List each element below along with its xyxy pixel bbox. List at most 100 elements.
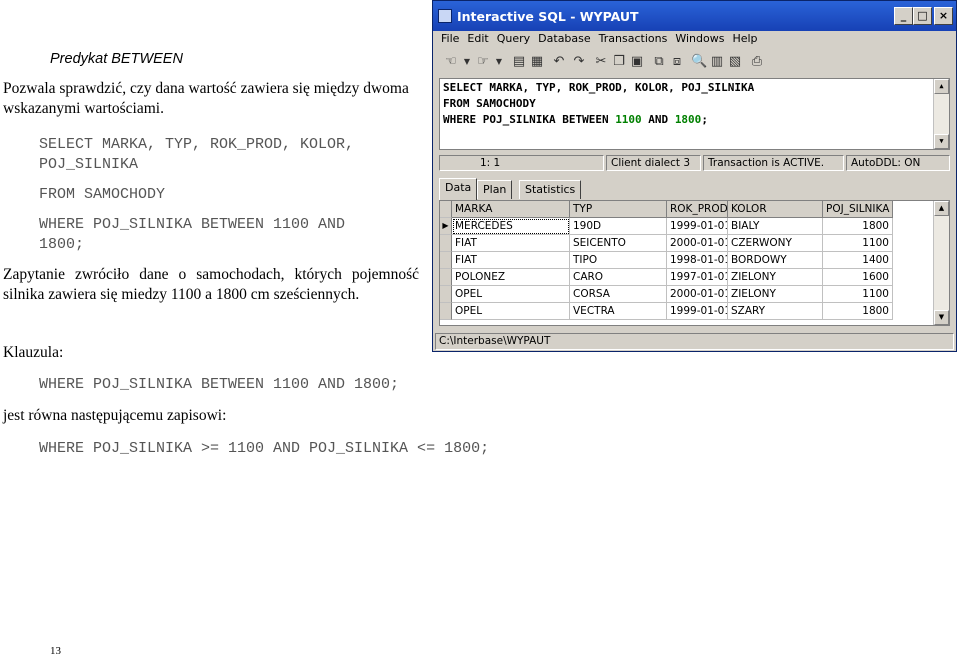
grid-cell[interactable]: 1999-01-01	[667, 303, 728, 320]
find-icon[interactable]: 🔍	[691, 54, 707, 70]
close-icon[interactable]: ×	[934, 7, 953, 25]
commit-icon[interactable]: ↶	[551, 54, 567, 70]
grid-cell[interactable]: 1999-01-01	[667, 218, 728, 235]
transaction-status: Transaction is ACTIVE.	[703, 155, 844, 171]
paste-icon[interactable]: ▣	[629, 54, 645, 70]
grid-cell[interactable]: MERCEDES	[452, 218, 570, 235]
grid-cell[interactable]: FIAT	[452, 252, 570, 269]
column-header-kolor[interactable]: KOLOR	[728, 201, 823, 218]
scroll-down-icon[interactable]: ▼	[934, 310, 949, 325]
column-header-poj-silnika[interactable]: POJ_SILNIKA	[823, 201, 893, 218]
column-header-marka[interactable]: MARKA	[452, 201, 570, 218]
grid-scrollbar[interactable]: ▲ ▼	[933, 201, 949, 325]
menu-edit[interactable]: Edit	[463, 32, 492, 45]
grid-cell[interactable]: FIAT	[452, 235, 570, 252]
menu-database[interactable]: Database	[534, 32, 595, 45]
editor-scrollbar[interactable]: ▲ ▼	[933, 79, 949, 149]
editor-number-1800: 1800	[674, 113, 702, 126]
code-line-2: POJ_SILNIKA	[39, 156, 139, 173]
grid-cell[interactable]: CZERWONY	[728, 235, 823, 252]
menu-file[interactable]: File	[437, 32, 463, 45]
prepare-icon[interactable]: ▦	[529, 54, 545, 70]
menu-windows[interactable]: Windows	[671, 32, 728, 45]
minimize-icon[interactable]: _	[894, 7, 913, 25]
maximize-icon[interactable]: □	[913, 7, 932, 25]
export-icon[interactable]: ⧉	[651, 54, 667, 70]
editor-status-bar: 1: 1 Client dialect 3 Transaction is ACT…	[439, 155, 950, 172]
row-indicator	[440, 269, 452, 286]
scroll-up-icon[interactable]: ▲	[934, 79, 949, 94]
title-bar: Interactive SQL - WYPAUT _ □ ×	[433, 1, 956, 31]
dropdown-arrow-icon[interactable]: ▼	[491, 54, 507, 70]
tab-statistics[interactable]: Statistics	[519, 180, 582, 199]
row-indicator	[440, 235, 452, 252]
query-prompt-icon[interactable]: ☜	[443, 54, 459, 70]
window-status-bar: C:\Interbase\WYPAUT	[435, 333, 954, 350]
grid-cell[interactable]: 1800	[823, 303, 893, 320]
print-icon[interactable]: ⎙	[749, 54, 765, 70]
grid-cell[interactable]: BIALY	[728, 218, 823, 235]
grid-cell[interactable]: 1600	[823, 269, 893, 286]
grid-cell[interactable]: 2000-01-01	[667, 286, 728, 303]
grid-cell[interactable]: 1100	[823, 286, 893, 303]
grid-cell[interactable]: 1100	[823, 235, 893, 252]
interactive-sql-window: Interactive SQL - WYPAUT _ □ × File Edit Q…	[432, 0, 957, 352]
grid-cell[interactable]: 190D	[570, 218, 667, 235]
grid-corner	[440, 201, 452, 218]
execute-icon[interactable]: ▤	[511, 54, 527, 70]
column-header-typ[interactable]: TYP	[570, 201, 667, 218]
grid-cell[interactable]: SZARY	[728, 303, 823, 320]
results-grid: MARKA TYP ROK_PROD KOLOR POJ_SILNIKA ▶ M…	[439, 200, 950, 326]
grid-cell[interactable]: ZIELONY	[728, 269, 823, 286]
editor-line-2: FROM SAMOCHODY	[443, 97, 536, 110]
dropdown-arrow-icon[interactable]: ▼	[459, 54, 475, 70]
app-icon	[438, 9, 452, 23]
grid-cell[interactable]: BORDOWY	[728, 252, 823, 269]
column-header-rok-prod[interactable]: ROK_PROD	[667, 201, 728, 218]
clause-code: WHERE POJ_SILNIKA BETWEEN 1100 AND 1800;	[39, 376, 400, 393]
menu-bar: File Edit Query Database Transactions Windows…	[433, 31, 956, 47]
editor-number-1100: 1100	[615, 113, 642, 126]
code-line-5: 1800;	[39, 236, 85, 253]
code-line-1: SELECT MARKA, TYP, ROK_PROD, KOLOR,	[39, 136, 355, 153]
scroll-up-icon[interactable]: ▲	[934, 201, 949, 216]
grid-cell[interactable]: ZIELONY	[728, 286, 823, 303]
grid-cell[interactable]: 2000-01-01	[667, 235, 728, 252]
menu-query[interactable]: Query	[493, 32, 534, 45]
next-query-icon[interactable]: ☞	[475, 54, 491, 70]
cut-icon[interactable]: ✂	[593, 54, 609, 70]
code-line-4: WHERE POJ_SILNIKA BETWEEN 1100 AND	[39, 216, 346, 233]
clause-label: Klauzula:	[3, 344, 64, 361]
grid-cell[interactable]: OPEL	[452, 303, 570, 320]
grid-cell[interactable]: OPEL	[452, 286, 570, 303]
scroll-down-icon[interactable]: ▼	[934, 134, 949, 149]
sql-editor[interactable]: SELECT MARKA, TYP, ROK_PROD, KOLOR, POJ_…	[439, 78, 950, 150]
tab-plan[interactable]: Plan	[477, 180, 513, 199]
grid-cell[interactable]: 1800	[823, 218, 893, 235]
grid-cell[interactable]: 1998-01-01	[667, 252, 728, 269]
rollback-icon[interactable]: ↷	[571, 54, 587, 70]
options-icon[interactable]: ▧	[727, 54, 743, 70]
tab-data[interactable]: Data	[439, 178, 478, 200]
client-dialect: Client dialect 3	[606, 155, 701, 171]
toolbar: ☜ ▼ ☞ ▼ ▤ ▦ ↶ ↷ ✂ ❐ ▣ ⧉ ⧈ 🔍 ▥ ▧ ⎙	[437, 51, 952, 77]
grid-cell[interactable]: 1997-01-01	[667, 269, 728, 286]
code-line-3: FROM SAMOCHODY	[39, 186, 166, 203]
menu-transactions[interactable]: Transactions	[595, 32, 672, 45]
copy-icon[interactable]: ❐	[611, 54, 627, 70]
grid-cell[interactable]: CARO	[570, 269, 667, 286]
editor-line-3: WHERE POJ_SILNIKA BETWEEN 1100 AND 1800;	[443, 113, 708, 126]
menu-help[interactable]: Help	[728, 32, 761, 45]
properties-icon[interactable]: ▥	[709, 54, 725, 70]
grid-cell[interactable]: 1400	[823, 252, 893, 269]
import-icon[interactable]: ⧈	[669, 54, 685, 70]
grid-cell[interactable]: SEICENTO	[570, 235, 667, 252]
grid-cell[interactable]: VECTRA	[570, 303, 667, 320]
editor-and-keyword: AND	[641, 113, 675, 126]
row-indicator	[440, 252, 452, 269]
row-indicator	[440, 303, 452, 320]
grid-cell[interactable]: POLONEZ	[452, 269, 570, 286]
grid-cell[interactable]: TIPO	[570, 252, 667, 269]
editor-line-1: SELECT MARKA, TYP, ROK_PROD, KOLOR, POJ_…	[443, 81, 755, 94]
grid-cell[interactable]: CORSA	[570, 286, 667, 303]
